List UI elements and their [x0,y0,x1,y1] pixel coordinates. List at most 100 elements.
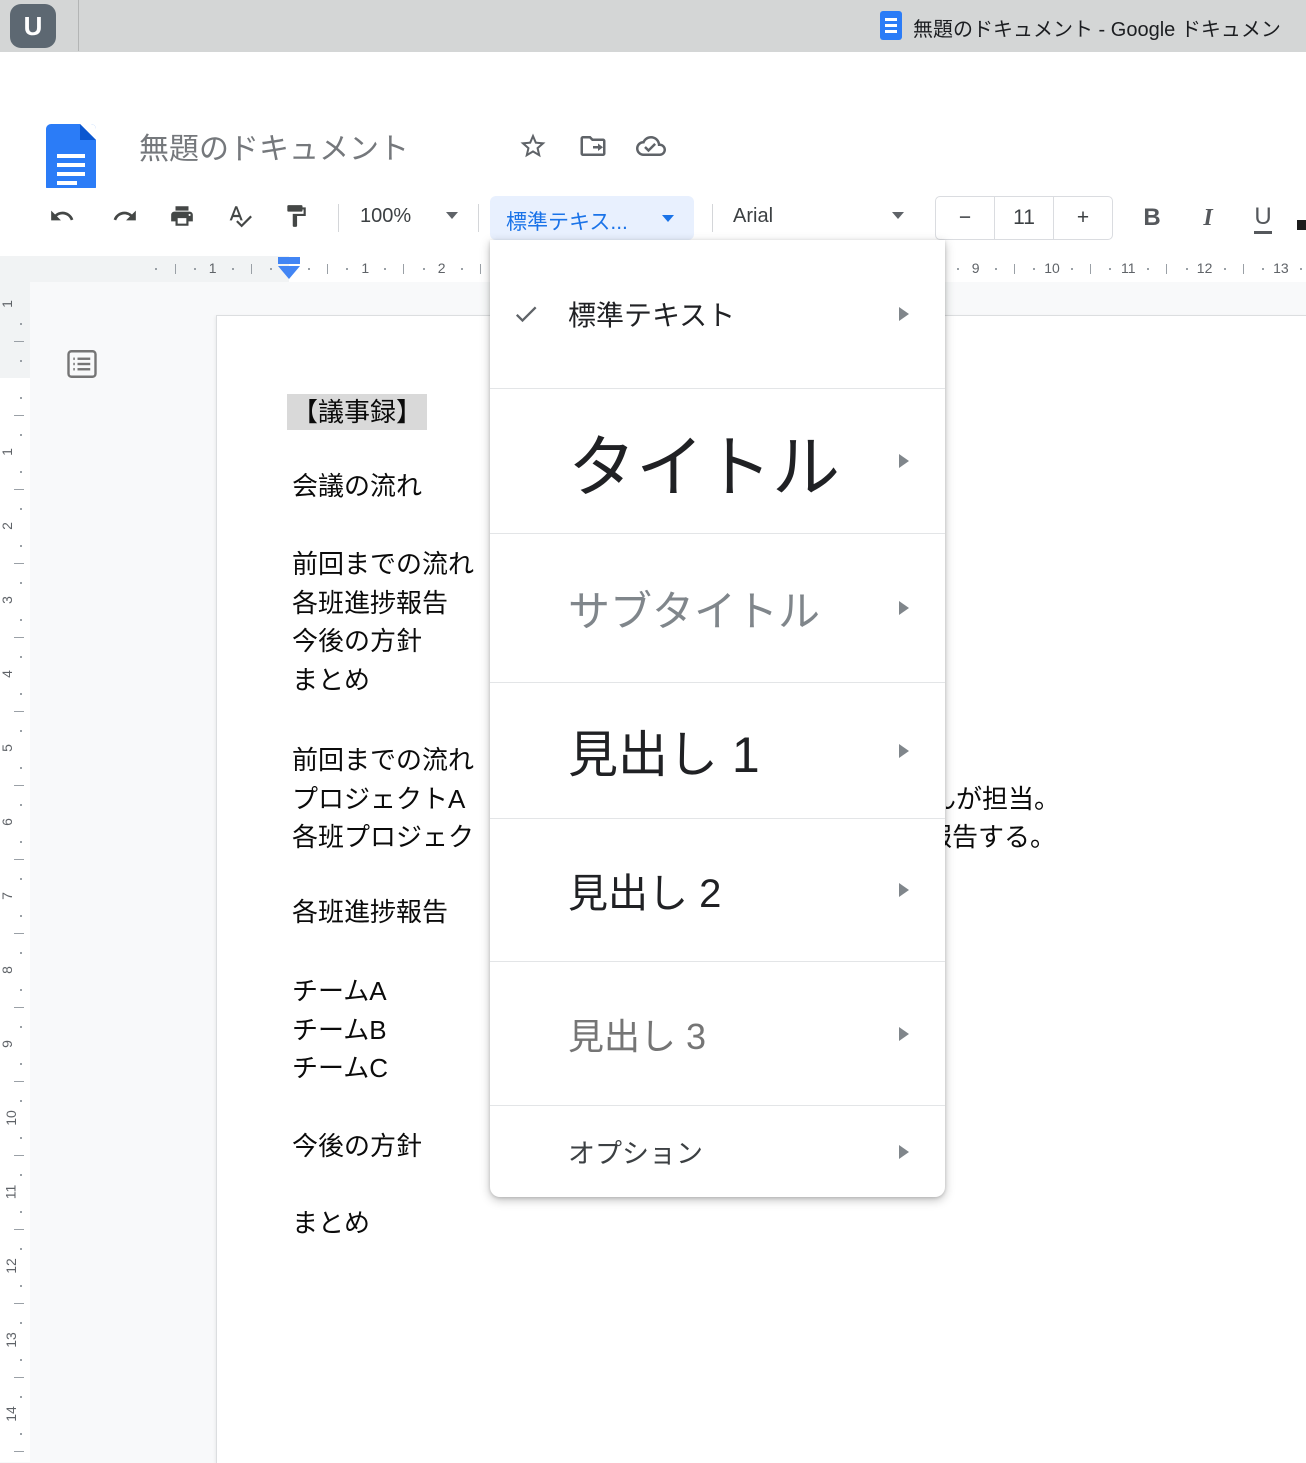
v-ruler-tick [14,1229,24,1230]
v-ruler-tick [14,1451,24,1452]
styles-menu-item-label: サブタイトル [568,578,820,639]
v-ruler-tick [20,323,22,325]
v-ruler-tick [20,1285,22,1287]
h-ruler-tick [175,264,176,274]
v-ruler-number: 9 [0,1040,15,1048]
h-ruler-tick [327,264,328,274]
v-ruler-tick [14,637,24,638]
h-ruler-number: 12 [1197,260,1213,276]
vertical-ruler[interactable]: 11234567891011121314 [0,282,31,1462]
ruler-corner [0,256,31,283]
zoom-caret-icon[interactable] [446,212,458,219]
styles-dropdown-button[interactable]: 標準テキス... [490,196,694,240]
styles-menu-item-label: 見出し 1 [568,715,760,787]
v-ruler-tick [20,767,22,769]
document-outline-button[interactable] [61,344,103,384]
paint-format-button[interactable] [274,194,318,238]
underline-button[interactable]: U [1245,200,1281,236]
styles-menu-item-label: 見出し 2 [568,861,721,919]
v-ruler-tick [14,1081,24,1082]
styles-menu-item-見出し 3[interactable]: 見出し 3 [490,961,945,1105]
v-ruler-tick [20,619,22,621]
document-title[interactable]: 無題のドキュメント [139,124,409,168]
styles-menu-item-label: タイトル [568,412,840,511]
v-ruler-number: 3 [0,596,15,604]
v-ruler-tick [20,1100,22,1102]
h-ruler-tick [1166,264,1167,274]
first-line-indent-marker[interactable] [278,257,300,264]
styles-menu-item-見出し 1[interactable]: 見出し 1 [490,682,945,818]
styles-menu-item-オプション[interactable]: オプション [490,1105,945,1197]
print-button[interactable] [160,194,204,238]
v-ruler-tick [20,952,22,954]
styles-menu-item-label: 見出し 3 [568,1008,706,1060]
redo-button[interactable] [103,194,147,238]
check-icon [512,300,540,328]
v-ruler-tick [20,1322,22,1324]
h-ruler-tick [194,268,196,270]
v-ruler-number: 12 [3,1258,19,1274]
font-caret-icon[interactable] [892,212,904,219]
h-ruler-tick [1224,268,1226,270]
h-ruler-tick [384,268,386,270]
v-ruler-tick [14,933,24,934]
v-ruler-number: 7 [0,892,15,900]
toolbar-separator [478,204,479,232]
v-ruler-tick [14,489,24,490]
italic-button[interactable]: I [1190,200,1226,236]
font-size-increase-button[interactable]: + [1053,197,1112,239]
styles-menu-item-サブタイトル[interactable]: サブタイトル [490,533,945,682]
font-select[interactable]: Arial [733,205,773,228]
styles-menu-item-タイトル[interactable]: タイトル [490,388,945,533]
h-ruler-number: 11 [1121,260,1136,276]
v-ruler-number: 8 [0,966,15,974]
v-ruler-tick [14,563,24,564]
move-folder-icon[interactable] [578,131,608,161]
tab-title[interactable]: 無題のドキュメント - Google ドキュメン [913,13,1281,42]
v-ruler-tick [20,878,22,880]
v-ruler-tick [14,785,24,786]
zoom-select[interactable]: 100% [360,205,411,228]
h-ruler-number: 1 [361,260,369,276]
submenu-arrow-icon [899,307,909,321]
styles-menu-item-見出し 2[interactable]: 見出し 2 [490,818,945,961]
h-ruler-tick [480,264,481,274]
h-ruler-tick [346,268,348,270]
submenu-arrow-icon [899,744,909,758]
submenu-arrow-icon [899,454,909,468]
v-ruler-tick [20,1433,22,1435]
v-ruler-tick [20,360,22,362]
v-ruler-tick [20,656,22,658]
cloud-status-icon[interactable] [636,131,666,161]
v-ruler-tick [20,1211,22,1213]
bold-button[interactable]: B [1134,200,1170,236]
v-ruler-number: 10 [3,1110,19,1126]
spellcheck-button[interactable] [218,194,262,238]
h-ruler-tick [1147,268,1149,270]
styles-menu-item-標準テキスト[interactable]: 標準テキスト [490,240,945,388]
v-ruler-number: 5 [0,744,15,752]
v-ruler-tick [20,397,22,399]
v-ruler-number: 1 [0,300,15,308]
v-ruler-number: 11 [2,1185,18,1200]
h-ruler-tick [957,268,959,270]
docs-header: 無題のドキュメント ファイル編集表示挿入表示形式ツールアドオンヘルプ 最終編集:… [0,52,1306,188]
font-size-input[interactable]: 11 [994,197,1053,239]
v-ruler-number: 6 [0,818,15,826]
submenu-arrow-icon [899,883,909,897]
h-ruler-tick [232,268,234,270]
toolbar-separator [712,204,713,232]
undo-button[interactable] [40,194,84,238]
star-icon[interactable] [518,131,548,161]
font-size-decrease-button[interactable]: − [936,197,994,239]
v-ruler-tick [14,415,24,416]
h-ruler-tick [1014,264,1015,274]
browser-app-icon[interactable]: U [10,4,56,48]
text-color-button-partial[interactable] [1297,220,1306,230]
styles-menu-item-label: オプション [568,1132,703,1171]
v-ruler-tick [20,1137,22,1139]
left-indent-marker[interactable] [278,266,300,279]
v-ruler-tick [20,1248,22,1250]
h-ruler-tick [403,264,404,274]
h-ruler-tick [1071,268,1073,270]
